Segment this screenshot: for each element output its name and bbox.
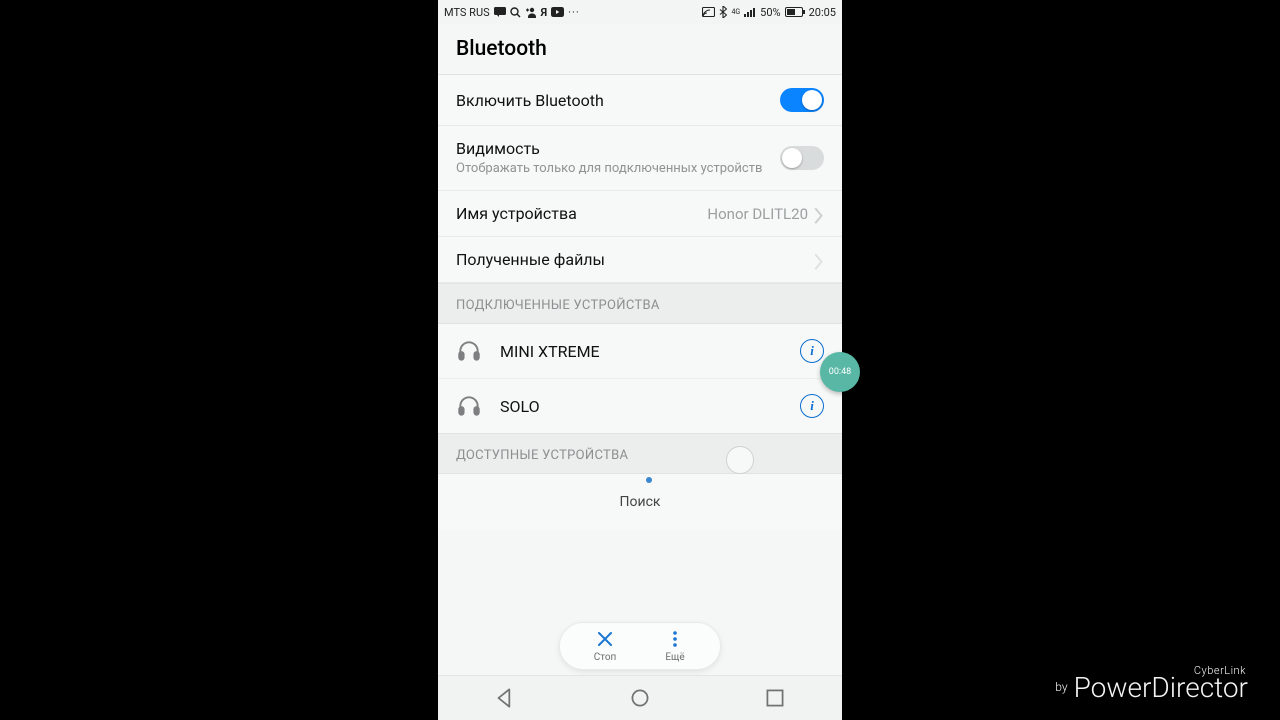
more-label: Ещё [665, 652, 684, 663]
watermark-product: PowerDirector [1074, 671, 1248, 704]
device-name-value: Honor DLITL20 [707, 205, 808, 223]
watermark: CyberLink byPowerDirector [1055, 665, 1248, 702]
screen-record-bubble[interactable]: 00:48 [820, 352, 860, 392]
home-button[interactable] [627, 685, 653, 711]
section-available: ДОСТУПНЫЕ УСТРОЙСТВА [438, 433, 842, 474]
page-title: Bluetooth [438, 24, 842, 75]
add-contact-icon [525, 7, 537, 18]
info-icon[interactable]: i [800, 339, 824, 363]
watermark-by: by [1055, 680, 1067, 694]
status-bar: MTS RUS Я ··· 4G 50% 20:05 [438, 0, 842, 24]
more-button[interactable]: Ещё [640, 629, 710, 663]
headphones-icon [456, 393, 482, 419]
device-row-mini-xtreme[interactable]: MINI XTREME i [438, 324, 842, 379]
device-name: MINI XTREME [500, 342, 800, 361]
android-navbar [438, 675, 842, 720]
signal-icon [744, 7, 756, 17]
sms-icon [494, 7, 506, 17]
visibility-label: Видимость [456, 139, 780, 158]
close-icon [595, 629, 615, 649]
enable-toggle[interactable] [780, 88, 824, 112]
device-row-solo[interactable]: SOLO i [438, 379, 842, 433]
network-4g-icon: 4G [731, 9, 740, 16]
more-vert-icon [665, 629, 685, 649]
stop-button[interactable]: Стоп [570, 629, 640, 663]
action-pill: Стоп Ещё [559, 622, 721, 670]
spinner-icon [646, 477, 652, 483]
device-name-label: Имя устройства [456, 204, 707, 223]
stop-label: Стоп [594, 652, 617, 663]
back-button[interactable] [492, 685, 518, 711]
cast-icon [702, 7, 715, 18]
visibility-sub: Отображать только для подключенных устро… [456, 161, 780, 177]
searching-label: Поиск [438, 474, 842, 530]
yandex-icon: Я [541, 6, 548, 19]
received-files-label: Полученные файлы [456, 250, 814, 269]
carrier-label: MTS RUS [444, 6, 490, 19]
enable-label: Включить Bluetooth [456, 91, 780, 110]
phone-frame: MTS RUS Я ··· 4G 50% 20:05 Bluetooth Вкл… [438, 0, 842, 720]
section-paired: ПОДКЛЮЧЕННЫЕ УСТРОЙСТВА [438, 283, 842, 324]
info-icon[interactable]: i [800, 394, 824, 418]
battery-percent: 50% [760, 6, 780, 19]
search-icon [510, 7, 521, 18]
device-name: SOLO [500, 397, 800, 416]
touch-indicator [726, 446, 754, 474]
row-visibility[interactable]: Видимость Отображать только для подключе… [438, 126, 842, 191]
clock: 20:05 [809, 6, 836, 19]
chevron-right-icon [814, 207, 824, 221]
visibility-toggle[interactable] [780, 146, 824, 170]
recents-button[interactable] [762, 685, 788, 711]
row-enable-bluetooth[interactable]: Включить Bluetooth [438, 75, 842, 126]
row-device-name[interactable]: Имя устройства Honor DLITL20 [438, 191, 842, 237]
more-notif-icon: ··· [568, 6, 580, 19]
youtube-icon [551, 7, 564, 17]
bluetooth-icon [719, 6, 727, 18]
headphones-icon [456, 338, 482, 364]
battery-icon [785, 7, 805, 17]
row-received-files[interactable]: Полученные файлы [438, 237, 842, 283]
chevron-right-icon [814, 253, 824, 267]
